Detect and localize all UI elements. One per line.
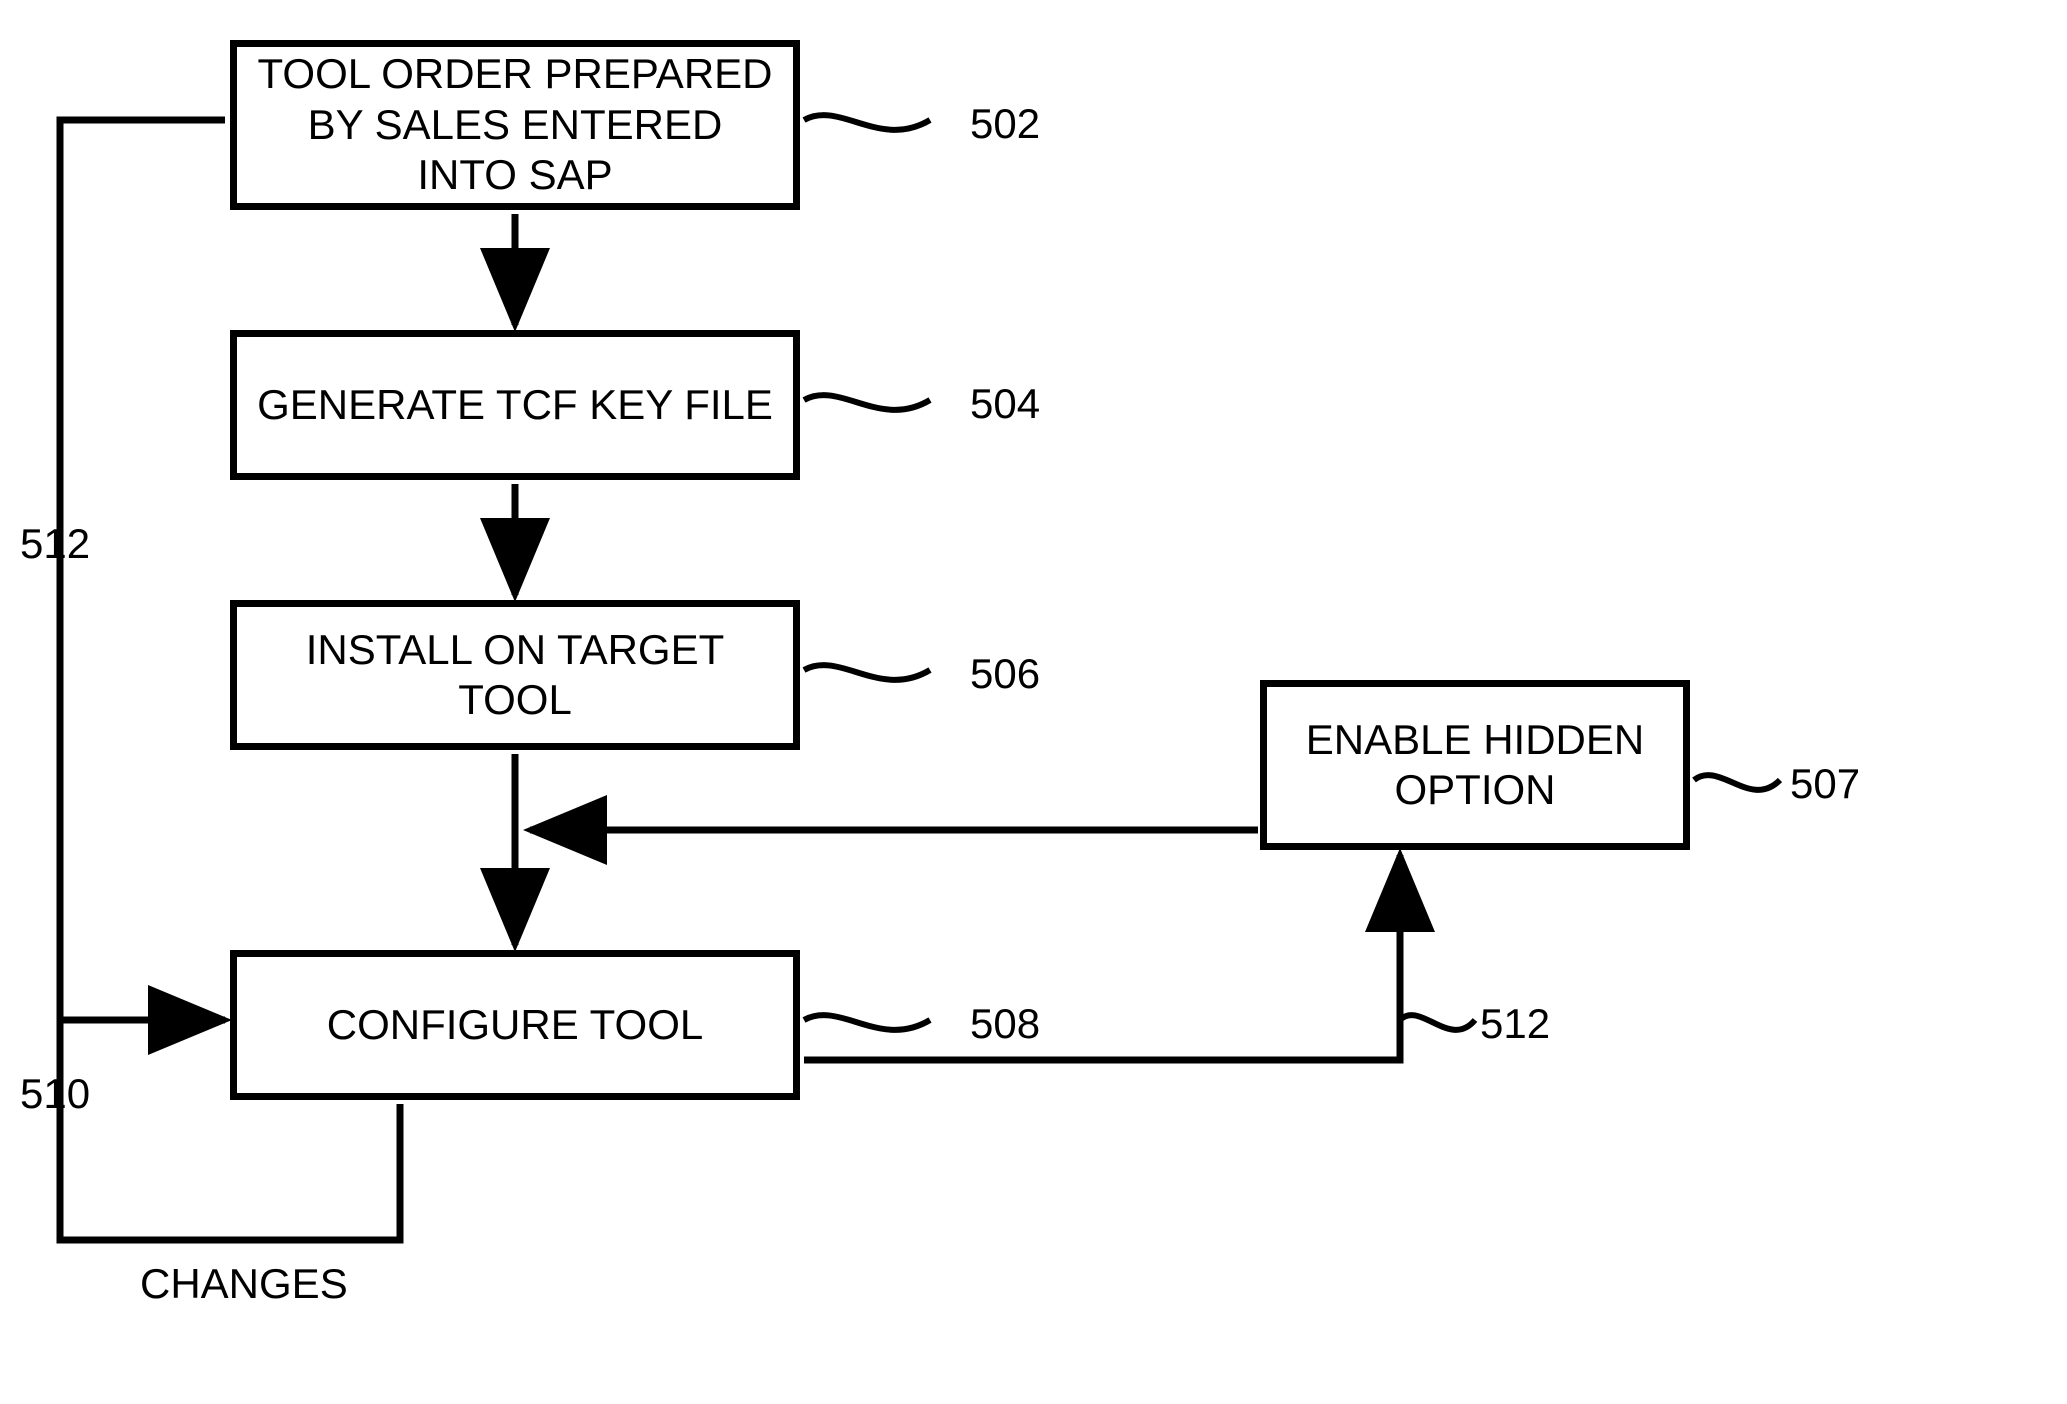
leader-508: [804, 1015, 930, 1030]
leader-502: [804, 115, 930, 130]
leader-507: [1694, 775, 1780, 790]
leader-512-right: [1400, 1015, 1475, 1030]
diagram-connectors: [0, 0, 2067, 1404]
leader-506: [804, 665, 930, 680]
leader-504: [804, 395, 930, 410]
path-508-changes-502: [60, 120, 400, 1240]
